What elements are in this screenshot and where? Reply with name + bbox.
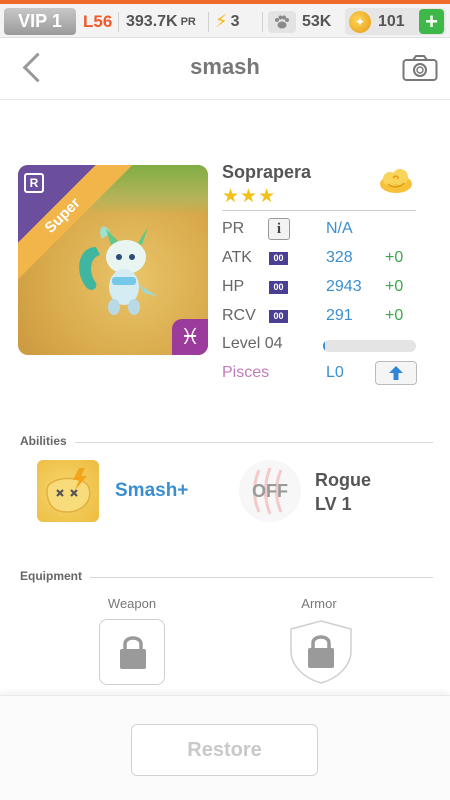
info-icon[interactable]: i xyxy=(268,218,290,240)
stat-bonus: +0 xyxy=(385,249,404,266)
coin-icon: ✦ xyxy=(349,10,371,33)
divider xyxy=(118,12,119,32)
energy-counter[interactable]: ⚡ 3 xyxy=(215,8,240,35)
equipment-section-header: Equipment xyxy=(20,569,433,589)
armor-shield-icon xyxy=(290,620,352,684)
claw-ability-icon[interactable]: OFF xyxy=(239,460,301,522)
coin-counter[interactable]: ✦ 101 + xyxy=(345,8,446,35)
energy-value: 3 xyxy=(230,12,240,30)
lightning-icon: ⚡ xyxy=(215,11,228,31)
divider xyxy=(262,12,263,32)
divider xyxy=(222,210,416,211)
sign-label: Pisces xyxy=(222,364,270,381)
status-bar: VIP 1 L56 393.7K PR ⚡ 3 53K ✦ 101 + xyxy=(0,0,450,38)
level-progress-fill xyxy=(323,340,325,352)
camera-icon xyxy=(402,55,438,81)
power-value: 393.7K xyxy=(126,12,178,30)
monster-portrait[interactable]: R Super ♓ xyxy=(18,165,208,355)
level-label: Level 04 xyxy=(222,335,283,352)
sign-level: L0 xyxy=(326,364,344,381)
vip-badge[interactable]: VIP 1 xyxy=(4,8,76,35)
power-unit: PR xyxy=(180,15,196,28)
smash-ability-icon[interactable] xyxy=(37,460,99,522)
stat-row-atk: ATK 00 328 +0 xyxy=(222,245,416,273)
weapon-slot[interactable] xyxy=(99,619,165,685)
divider xyxy=(20,442,433,443)
paw-icon xyxy=(268,10,296,33)
rank-badge: R xyxy=(24,173,44,193)
stat-bonus: +0 xyxy=(385,278,404,295)
section-title: Abilities xyxy=(20,434,75,448)
arrow-up-icon xyxy=(389,366,403,380)
star-rating: ★★★ xyxy=(222,186,277,207)
stat-value: 328 xyxy=(326,249,353,266)
page-header: smash xyxy=(0,38,450,100)
stat-bonus: +0 xyxy=(385,307,404,324)
pisces-icon: ♓ xyxy=(172,319,208,355)
armor-slot[interactable] xyxy=(288,619,354,685)
player-level: L56 xyxy=(83,11,113,31)
stat-row-rcv: RCV 00 291 +0 xyxy=(222,303,416,331)
divider xyxy=(208,12,209,32)
monster-detail-screen: VIP 1 L56 393.7K PR ⚡ 3 53K ✦ 101 + smas… xyxy=(0,0,450,800)
stat-label: HP xyxy=(222,278,245,295)
level-progress-bar xyxy=(323,340,416,352)
stat-label: RCV xyxy=(222,307,256,324)
stat-label: PR xyxy=(222,220,245,237)
bottom-bar: Restore xyxy=(0,695,450,800)
weapon-label: Weapon xyxy=(107,596,157,611)
stat-row-pr: PR i N/A xyxy=(222,216,416,244)
secondary-ability-level: LV 1 xyxy=(315,494,352,514)
lock-icon xyxy=(120,636,146,669)
section-title: Equipment xyxy=(20,569,90,583)
level-row: Level 04 xyxy=(222,331,416,359)
stat-label: ATK xyxy=(222,249,252,266)
primary-ability-name[interactable]: Smash+ xyxy=(115,480,188,502)
stat-value: 291 xyxy=(326,307,353,324)
paw-icon-shape xyxy=(275,15,289,28)
abilities-section-header: Abilities xyxy=(20,434,433,454)
stat-tag: 00 xyxy=(269,281,288,294)
ability-state: OFF xyxy=(252,480,288,501)
page-title: smash xyxy=(190,54,260,79)
restore-button[interactable]: Restore xyxy=(131,724,318,776)
sign-row: Pisces L0 xyxy=(222,360,417,388)
cloud-element-icon xyxy=(380,169,412,193)
stat-tag: 00 xyxy=(269,310,288,323)
monster-name: Soprapera xyxy=(222,162,312,182)
smash-icon xyxy=(46,468,91,513)
coin-value: 101 xyxy=(378,12,405,30)
stat-row-hp: HP 00 2943 +0 xyxy=(222,274,416,302)
add-coins-button[interactable]: + xyxy=(419,9,444,34)
stat-value: 2943 xyxy=(326,278,362,295)
stat-tag: 00 xyxy=(269,252,288,265)
upgrade-sign-button[interactable] xyxy=(375,361,417,385)
stat-value: N/A xyxy=(326,220,353,237)
food-value: 53K xyxy=(302,12,332,30)
food-counter[interactable]: 53K xyxy=(268,8,331,35)
secondary-ability-name: Rogue xyxy=(315,470,371,490)
power-rating: 393.7K PR xyxy=(126,8,196,35)
camera-button[interactable] xyxy=(402,54,438,82)
armor-label: Armor xyxy=(301,596,337,611)
